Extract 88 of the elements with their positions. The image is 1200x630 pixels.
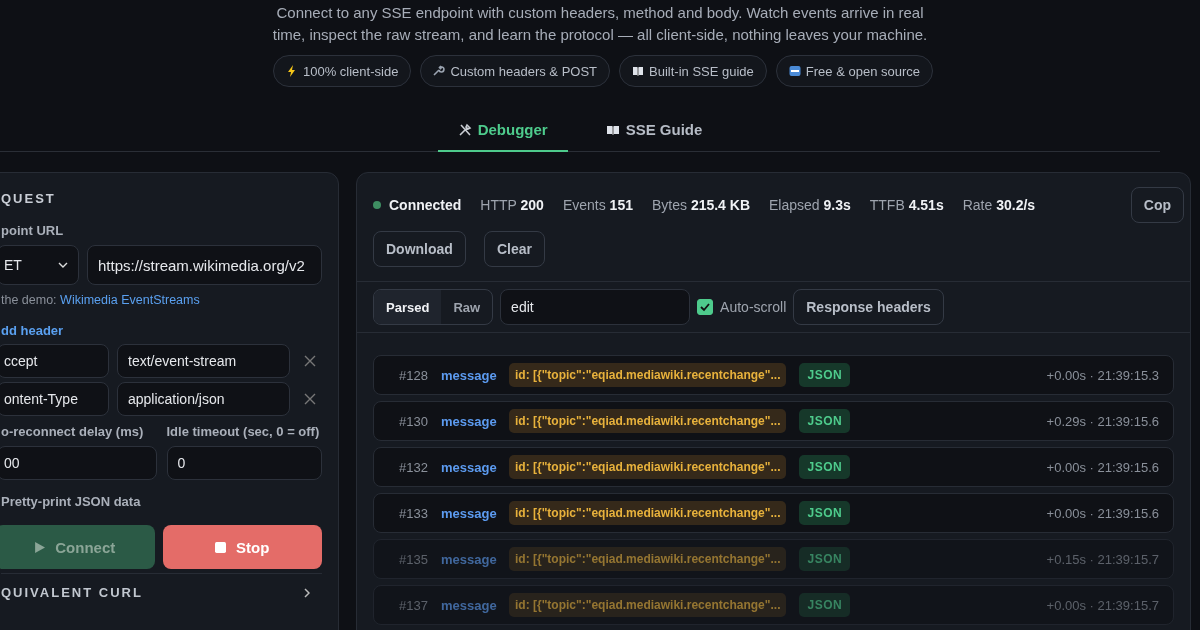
format-tag: JSON [799, 409, 851, 433]
idle-field[interactable]: 0 [166, 446, 322, 480]
intro-text: time, inspect the raw stream, and learn the protocol — all client-side, nothing leaves your machine. [271, 25, 929, 45]
checkbox[interactable] [697, 299, 714, 315]
play-icon [34, 541, 46, 553]
panel-title: QUEST [1, 191, 57, 206]
event-row[interactable]: #135 message id: [{"topic":"eqiad.mediawiki.recentchange"... JSON +0.15s · 21:39:15.7 [373, 539, 1174, 579]
response-headers-button[interactable]: Response headers [793, 289, 944, 325]
event-id-tag: id: [{"topic":"eqiad.mediawiki.recentchange"... [509, 547, 787, 571]
format-tag: JSON [799, 547, 851, 571]
format-tag: JSON [799, 593, 851, 617]
event-time: +0.29s · 21:39:15.6 [1046, 413, 1159, 429]
pretty-print-label: Pretty-print JSON data [1, 494, 142, 509]
view-toggle[interactable]: Raw [441, 290, 493, 324]
event-row[interactable]: #133 message id: [{"topic":"eqiad.mediawiki.recentchange"... JSON +0.00s · 21:39:15.6 [373, 493, 1174, 533]
event-type: message [441, 597, 498, 613]
event-time: +0.15s · 21:39:15.7 [1046, 551, 1159, 567]
event-time: +0.00s · 21:39:15.3 [1046, 367, 1159, 383]
header-name-field[interactable]: ontent-Type [0, 382, 109, 416]
event-number: #132 [399, 459, 429, 475]
method-select[interactable]: ET [0, 245, 79, 285]
action-button[interactable]: Download [373, 231, 466, 267]
stat-text: HTTP 200 [480, 197, 544, 213]
field-label: point URL [1, 223, 65, 238]
event-type: message [441, 551, 498, 567]
add-header-link[interactable]: dd header [1, 323, 322, 338]
field-label: Idle timeout (sec, 0 = off) [166, 424, 321, 439]
event-id-tag: id: [{"topic":"eqiad.mediawiki.recentchange"... [509, 501, 787, 525]
checkbox-label: Auto-scroll [720, 299, 787, 315]
event-row[interactable]: #132 message id: [{"topic":"eqiad.mediawiki.recentchange"... JSON +0.00s · 21:39:15.6 [373, 447, 1174, 487]
wrench-icon [433, 65, 446, 77]
event-id-tag: id: [{"topic":"eqiad.mediawiki.recentchange"... [509, 455, 787, 479]
url-field[interactable]: https://stream.wikimedia.org/v2 [87, 245, 322, 285]
reconnect-field[interactable]: 00 [0, 446, 157, 480]
book-icon [632, 65, 645, 77]
format-tag: JSON [799, 501, 851, 525]
feature-chip: Custom headers & POST [420, 55, 611, 87]
intro-text: Connect to any SSE endpoint with custom headers, method and body. Watch events arrive in real [275, 3, 925, 23]
event-time: +0.00s · 21:39:15.6 [1046, 505, 1159, 521]
header-name-field[interactable]: ccept [0, 344, 109, 378]
event-number: #130 [399, 413, 429, 429]
field-label: o-reconnect delay (ms) [1, 424, 145, 439]
event-row[interactable]: #137 message id: [{"topic":"eqiad.mediawiki.recentchange"... JSON +0.00s · 21:39:15.7 [373, 585, 1174, 625]
tools-icon [457, 122, 472, 137]
stop-icon [215, 541, 227, 553]
chevron-icon [304, 587, 310, 598]
event-time: +0.00s · 21:39:15.6 [1046, 459, 1159, 475]
event-number: #133 [399, 505, 429, 521]
close-icon[interactable] [304, 355, 316, 367]
close-icon[interactable] [304, 393, 316, 405]
event-id-tag: id: [{"topic":"eqiad.mediawiki.recentchange"... [509, 409, 787, 433]
square-icon [788, 65, 801, 77]
stat-text: Elapsed 9.3s [769, 197, 851, 213]
event-time: +0.00s · 21:39:15.7 [1046, 597, 1159, 613]
demo-link[interactable]: Wikimedia EventStreams [60, 293, 200, 307]
demo-hint: the demo: Wikimedia EventStreams [1, 293, 201, 307]
header-value-field[interactable]: text/event-stream [117, 344, 290, 378]
filter-field[interactable]: edit [500, 289, 691, 325]
action-button[interactable]: Clear [483, 231, 545, 267]
stat-text: Rate 30.2/s [962, 197, 1036, 213]
curl-section-header[interactable]: QUIVALENT CURL [1, 573, 322, 600]
header-value-field[interactable]: application/json [117, 382, 290, 416]
event-type: message [441, 459, 498, 475]
event-type: message [441, 413, 498, 429]
event-type: message [441, 367, 498, 383]
chevron-icon [58, 262, 68, 268]
tab[interactable]: SSE Guide [585, 109, 723, 152]
stat-text: Bytes 215.4 KB [651, 197, 751, 213]
event-id-tag: id: [{"topic":"eqiad.mediawiki.recentchange"... [509, 593, 787, 617]
format-tag: JSON [799, 363, 851, 387]
feature-chip: 100% client-side [273, 55, 412, 87]
view-toggle[interactable]: Parsed [374, 290, 442, 324]
feature-chip: Built-in SSE guide [619, 55, 767, 87]
stat-text: TTFB 4.51s [869, 197, 944, 213]
event-number: #135 [399, 551, 429, 567]
format-tag: JSON [799, 455, 851, 479]
event-id-tag: id: [{"topic":"eqiad.mediawiki.recentchange"... [509, 363, 787, 387]
stat-text: Events 151 [562, 197, 633, 213]
event-row[interactable]: #128 message id: [{"topic":"eqiad.mediawiki.recentchange"... JSON +0.00s · 21:39:15.3 [373, 355, 1174, 395]
event-number: #137 [399, 597, 429, 613]
bolt-icon [286, 65, 298, 77]
tab[interactable]: Debugger [437, 109, 568, 152]
connection-status: Connected [389, 197, 462, 213]
event-type: message [441, 505, 498, 521]
copy-button[interactable]: Cop [1130, 187, 1184, 223]
event-row[interactable]: #130 message id: [{"topic":"eqiad.mediawiki.recentchange"... JSON +0.29s · 21:39:15.6 [373, 401, 1174, 441]
feature-chip: Free & open source [775, 55, 933, 87]
event-number: #128 [399, 367, 429, 383]
